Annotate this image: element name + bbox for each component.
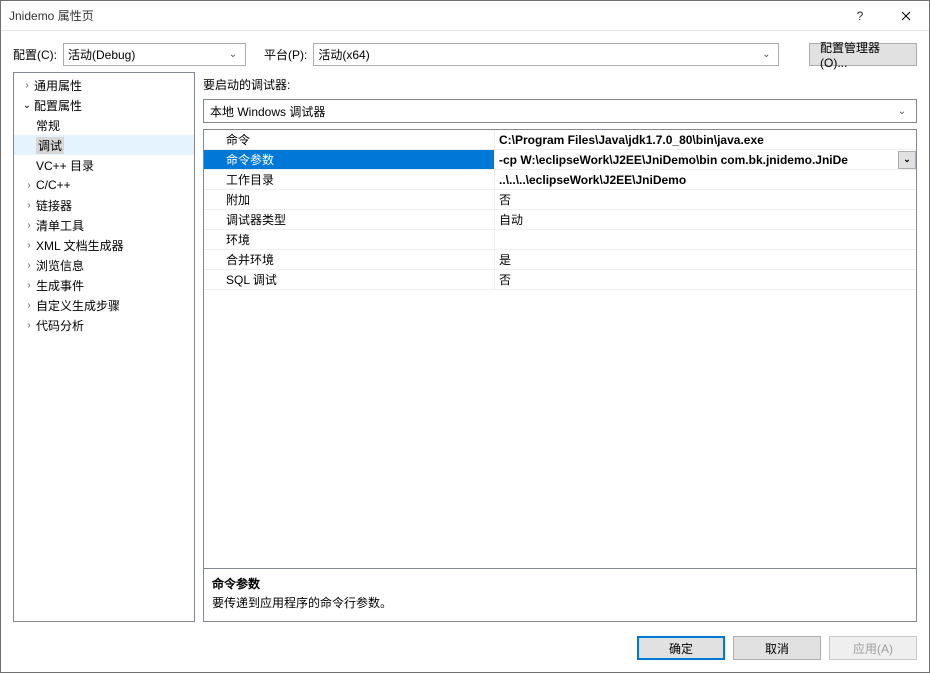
cancel-button[interactable]: 取消 xyxy=(733,636,821,660)
property-row[interactable]: 工作目录..\..\..\eclipseWork\J2EE\JniDemo xyxy=(204,170,916,190)
tree-item[interactable]: VC++ 目录 xyxy=(14,155,194,175)
property-row[interactable]: 环境 xyxy=(204,230,916,250)
property-grid-body[interactable]: 命令C:\Program Files\Java\jdk1.7.0_80\bin\… xyxy=(204,130,916,568)
tree-item-label: XML 文档生成器 xyxy=(36,237,124,254)
help-button[interactable]: ? xyxy=(837,1,883,31)
property-name: 附加 xyxy=(204,190,494,209)
chevron-right-icon[interactable]: › xyxy=(22,300,36,311)
tree-item-label: C/C++ xyxy=(36,178,71,192)
close-icon xyxy=(901,11,911,21)
property-row[interactable]: 调试器类型自动 xyxy=(204,210,916,230)
tree-item[interactable]: ›自定义生成步骤 xyxy=(14,295,194,315)
titlebar: Jnidemo 属性页 ? xyxy=(1,1,929,31)
tree-item-label: 配置属性 xyxy=(34,97,82,114)
platform-value: 活动(x64) xyxy=(318,46,369,63)
property-value[interactable]: -cp W:\eclipseWork\J2EE\JniDemo\bin com.… xyxy=(494,150,916,169)
property-name: 命令 xyxy=(204,130,494,149)
tree-item-label: 常规 xyxy=(36,117,60,134)
chevron-down-icon[interactable]: ⌄ xyxy=(20,100,34,111)
property-name: 工作目录 xyxy=(204,170,494,189)
chevron-down-icon[interactable]: ⌄ xyxy=(898,151,916,169)
property-row[interactable]: 命令C:\Program Files\Java\jdk1.7.0_80\bin\… xyxy=(204,130,916,150)
close-button[interactable] xyxy=(883,1,929,31)
chevron-right-icon[interactable]: › xyxy=(22,220,36,231)
tree-item-label: 浏览信息 xyxy=(36,257,84,274)
body: ›通用属性⌄配置属性常规调试VC++ 目录›C/C++›链接器›清单工具›XML… xyxy=(1,72,929,628)
chevron-right-icon[interactable]: › xyxy=(20,80,34,91)
chevron-down-icon: ⌄ xyxy=(894,106,910,117)
chevron-right-icon[interactable]: › xyxy=(22,320,36,331)
property-name: 命令参数 xyxy=(204,150,494,169)
tree-item[interactable]: ›清单工具 xyxy=(14,215,194,235)
tree-item-label: 代码分析 xyxy=(36,317,84,334)
chevron-right-icon[interactable]: › xyxy=(22,260,36,271)
tree-item-label: VC++ 目录 xyxy=(36,157,94,174)
config-manager-button[interactable]: 配置管理器(O)... xyxy=(809,43,917,66)
ok-button[interactable]: 确定 xyxy=(637,636,725,660)
tree-item[interactable]: ›代码分析 xyxy=(14,315,194,335)
tree-item[interactable]: ›生成事件 xyxy=(14,275,194,295)
property-value[interactable] xyxy=(494,230,916,249)
config-label: 配置(C): xyxy=(13,46,57,63)
property-name: 调试器类型 xyxy=(204,210,494,229)
platform-combo[interactable]: 活动(x64) ⌄ xyxy=(313,43,779,66)
property-row[interactable]: 命令参数-cp W:\eclipseWork\J2EE\JniDemo\bin … xyxy=(204,150,916,170)
property-value[interactable]: 是 xyxy=(494,250,916,269)
property-name: 合并环境 xyxy=(204,250,494,269)
tree-item-label: 调试 xyxy=(36,137,64,154)
tree-item[interactable]: ›XML 文档生成器 xyxy=(14,235,194,255)
tree-item[interactable]: ⌄配置属性 xyxy=(14,95,194,115)
description-panel: 命令参数 要传递到应用程序的命令行参数。 xyxy=(204,568,916,621)
section-title: 要启动的调试器: xyxy=(203,72,917,93)
tree-item[interactable]: ›C/C++ xyxy=(14,175,194,195)
tree-item-label: 通用属性 xyxy=(34,77,82,94)
footer: 确定 取消 应用(A) xyxy=(1,628,929,672)
debugger-combo[interactable]: 本地 Windows 调试器 ⌄ xyxy=(203,99,917,123)
property-value[interactable]: ..\..\..\eclipseWork\J2EE\JniDemo xyxy=(494,170,916,189)
chevron-right-icon[interactable]: › xyxy=(22,280,36,291)
config-value: 活动(Debug) xyxy=(68,46,135,63)
tree-item[interactable]: 调试 xyxy=(14,135,194,155)
property-value[interactable]: C:\Program Files\Java\jdk1.7.0_80\bin\ja… xyxy=(494,130,916,149)
property-grid: 命令C:\Program Files\Java\jdk1.7.0_80\bin\… xyxy=(203,129,917,622)
tree-item[interactable]: 常规 xyxy=(14,115,194,135)
debugger-value: 本地 Windows 调试器 xyxy=(210,103,325,120)
config-row: 配置(C): 活动(Debug) ⌄ 平台(P): 活动(x64) ⌄ 配置管理… xyxy=(1,31,929,72)
chevron-right-icon[interactable]: › xyxy=(22,200,36,211)
tree-item-label: 生成事件 xyxy=(36,277,84,294)
property-value[interactable]: 否 xyxy=(494,270,916,289)
property-row[interactable]: 合并环境是 xyxy=(204,250,916,270)
property-name: SQL 调试 xyxy=(204,270,494,289)
tree-item[interactable]: ›浏览信息 xyxy=(14,255,194,275)
tree-item-label: 清单工具 xyxy=(36,217,84,234)
tree-item[interactable]: ›通用属性 xyxy=(14,75,194,95)
tree-item[interactable]: ›链接器 xyxy=(14,195,194,215)
description-title: 命令参数 xyxy=(212,575,908,592)
chevron-right-icon[interactable]: › xyxy=(22,240,36,251)
description-body: 要传递到应用程序的命令行参数。 xyxy=(212,594,908,611)
config-combo[interactable]: 活动(Debug) ⌄ xyxy=(63,43,246,66)
property-row[interactable]: SQL 调试否 xyxy=(204,270,916,290)
property-value[interactable]: 自动 xyxy=(494,210,916,229)
window-title: Jnidemo 属性页 xyxy=(9,7,837,24)
chevron-down-icon: ⌄ xyxy=(758,49,774,60)
tree-item-label: 自定义生成步骤 xyxy=(36,297,120,314)
property-row[interactable]: 附加否 xyxy=(204,190,916,210)
platform-label: 平台(P): xyxy=(264,46,307,63)
chevron-right-icon[interactable]: › xyxy=(22,180,36,191)
property-name: 环境 xyxy=(204,230,494,249)
nav-tree[interactable]: ›通用属性⌄配置属性常规调试VC++ 目录›C/C++›链接器›清单工具›XML… xyxy=(13,72,195,622)
right-panel: 要启动的调试器: 本地 Windows 调试器 ⌄ 命令C:\Program F… xyxy=(203,72,917,622)
chevron-down-icon: ⌄ xyxy=(225,49,241,60)
property-value[interactable]: 否 xyxy=(494,190,916,209)
apply-button: 应用(A) xyxy=(829,636,917,660)
tree-item-label: 链接器 xyxy=(36,197,72,214)
